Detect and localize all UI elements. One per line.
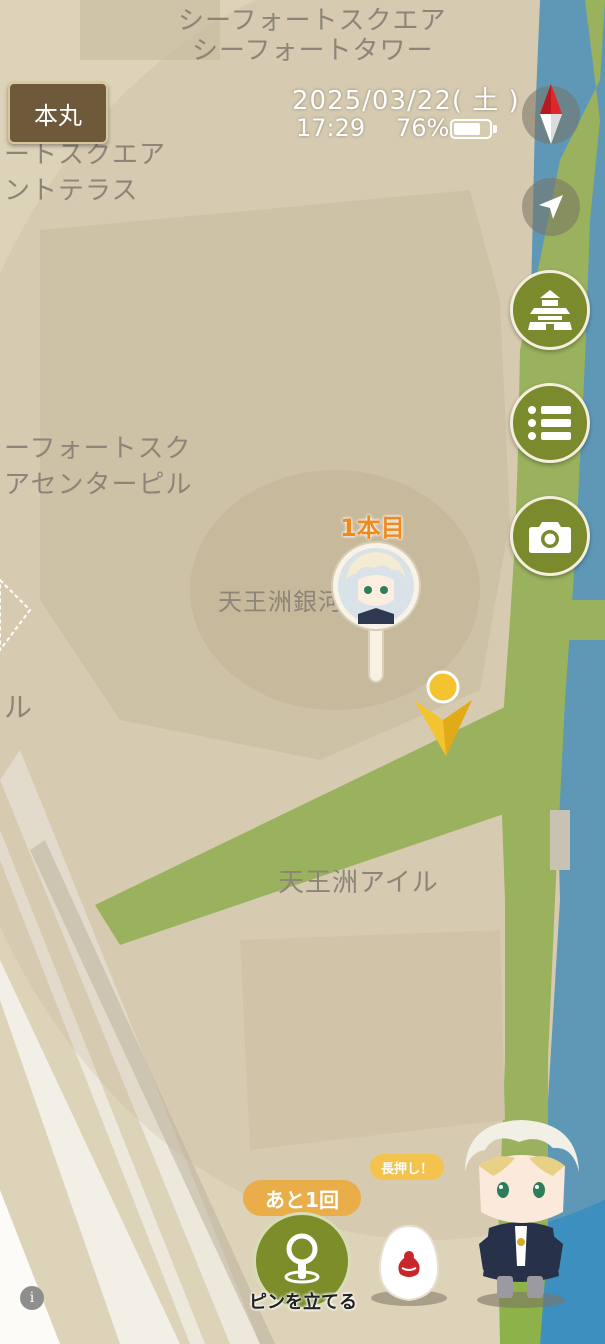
navigation-arrow-icon	[539, 195, 563, 219]
home-honmaru-button[interactable]: 本丸	[8, 82, 108, 144]
status-battery-percent: 76%	[396, 114, 450, 142]
list-icon	[528, 406, 571, 440]
status-time: 17:29	[296, 114, 366, 142]
map-label-isle: 天王洲アイル	[278, 868, 439, 898]
castle-icon	[528, 290, 572, 330]
battery-icon	[450, 119, 492, 139]
locate-me-button[interactable]	[522, 178, 580, 236]
map-pin-marker[interactable]	[328, 540, 424, 686]
battery-level-fill	[454, 123, 480, 135]
map-label-seaforte-tower: シーフォートタワー	[192, 36, 434, 66]
map-label-square-left-2: ントテラス	[4, 176, 139, 206]
camera-button[interactable]	[510, 496, 590, 576]
character-avatar[interactable]	[455, 1116, 585, 1312]
castle-button[interactable]	[510, 270, 590, 350]
compass-icon	[540, 84, 562, 144]
status-date: 2025/03/22( 土 )	[292, 86, 520, 116]
map-label-center-building-2: アセンターピル	[4, 470, 193, 500]
current-location-icon	[414, 670, 472, 756]
camera-icon	[529, 522, 571, 553]
pin-count-label: 1本目	[340, 514, 405, 542]
place-pin-label: ピンを立てる	[249, 1292, 357, 1313]
map-label-center-building-1: ーフォートスク	[4, 434, 192, 464]
pin-remaining-badge: あと1回	[243, 1180, 361, 1216]
long-press-hint: 長押し！	[370, 1154, 444, 1180]
egg-item-button[interactable]	[368, 1222, 450, 1308]
info-icon[interactable]: i	[20, 1286, 44, 1310]
menu-list-button[interactable]	[510, 383, 590, 463]
compass-button[interactable]	[522, 84, 580, 144]
map-label-left-cut: ル	[4, 691, 34, 724]
battery-tip	[493, 125, 497, 133]
